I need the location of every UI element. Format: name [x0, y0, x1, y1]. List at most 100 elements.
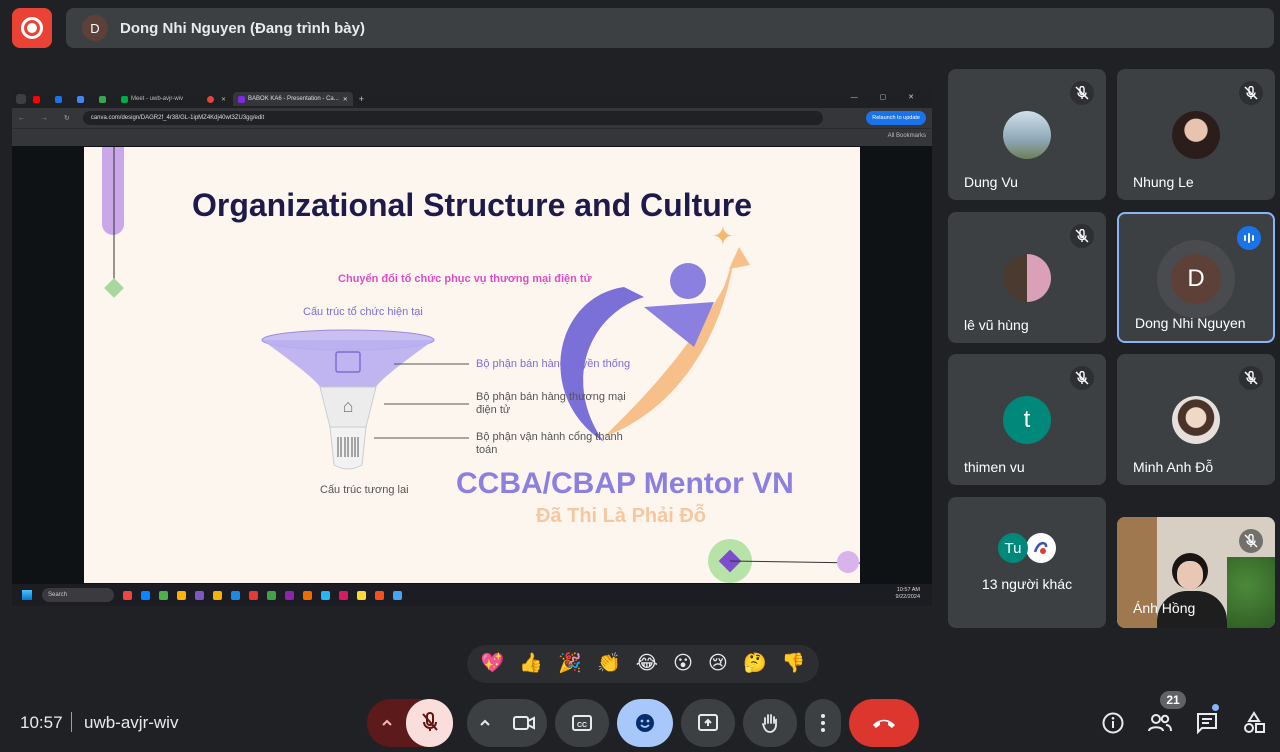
browser-tab: Meet - uwb-avjr-wiv: [116, 92, 188, 106]
others-tile[interactable]: Tu 13 người khác: [948, 497, 1106, 628]
participant-tile[interactable]: Dung Vu: [948, 69, 1106, 200]
windows-start-icon: [22, 590, 32, 600]
recording-indicator-button[interactable]: [12, 8, 52, 48]
app-store-icon: ⌂: [343, 396, 354, 416]
purple-circle-shape: [837, 551, 859, 573]
avatar: [1003, 254, 1051, 302]
meeting-time: 10:57: [20, 713, 63, 732]
participant-tile[interactable]: lê vũ hùng: [948, 212, 1106, 343]
reaction-clap-button[interactable]: 👏: [597, 653, 621, 675]
avatar: [1172, 396, 1220, 444]
presenter-bar: D Dong Nhi Nguyen (Đang trình bày): [66, 8, 1274, 48]
taskbar-app-icon: [159, 590, 168, 600]
browser-url-bar: ← → ↻ canva.com/design/DAGR2f_4r38/GL-1i…: [12, 108, 932, 128]
logo-star-icon: ✦: [712, 221, 734, 251]
raise-hand-button[interactable]: [743, 699, 797, 747]
reaction-laugh-button[interactable]: 😂: [636, 653, 658, 675]
avatar: t: [1003, 396, 1051, 444]
taskbar-app-icon: [249, 590, 258, 600]
captions-icon: CC: [572, 715, 592, 731]
participant-tile[interactable]: Minh Anh Đỗ: [1117, 354, 1275, 485]
present-icon: [698, 714, 718, 731]
emoji-icon: [636, 714, 654, 732]
relaunch-button: Relaunch to update: [866, 111, 926, 125]
shared-screen: Meet - uwb-avjr-wiv ✕ BABOK KA6 - Presen…: [12, 90, 932, 606]
taskbar-app-icon: [393, 590, 402, 600]
more-options-button[interactable]: [805, 699, 841, 747]
reaction-party-button[interactable]: 🎉: [558, 653, 582, 675]
reaction-thumbs-up-button[interactable]: 👍: [519, 653, 543, 675]
slide-subheading: Chuyển đổi tổ chức phục vụ thương mại đi…: [338, 273, 592, 285]
taskbar-app-icon: [195, 590, 204, 600]
leave-call-button[interactable]: [849, 699, 919, 747]
new-tab-icon: +: [358, 94, 365, 104]
reaction-thumbs-down-button[interactable]: 👎: [782, 653, 806, 675]
reaction-surprised-button[interactable]: 😮: [673, 653, 693, 675]
mic-off-icon: [1239, 366, 1263, 390]
reaction-heart-button[interactable]: 💖: [481, 653, 505, 675]
taskbar-search: Search: [42, 588, 114, 602]
url-field: canva.com/design/DAGR2f_4r38/GL-1ipMZ4Kd…: [82, 111, 823, 125]
reactions-button[interactable]: [617, 699, 673, 747]
taskbar-app-icon: [177, 590, 186, 600]
camera-options-button[interactable]: [467, 699, 503, 747]
people-button[interactable]: [1146, 709, 1174, 737]
participant-name: lê vũ hùng: [964, 317, 1029, 333]
participant-name: Ánh Hồng: [1133, 600, 1196, 616]
barcode-icon: [337, 437, 359, 457]
taskbar-app-icon: [231, 590, 240, 600]
brand-slogan: Đã Thi Là Phải Đỗ: [536, 505, 707, 527]
participant-tile-speaking[interactable]: D Dong Nhi Nguyen: [1117, 212, 1275, 343]
bookmarks-label: All Bookmarks: [887, 133, 926, 139]
video-person-face: [1177, 561, 1203, 589]
mic-off-icon: [421, 712, 438, 731]
speaking-indicator-icon: [1237, 226, 1261, 250]
tab-search-icon: [16, 94, 26, 104]
tab-favicon-icon: [99, 95, 106, 103]
mic-options-button[interactable]: [367, 699, 407, 747]
canva-icon: [238, 95, 246, 103]
info-icon: [1102, 712, 1124, 734]
participant-tile[interactable]: Nhung Le: [1117, 69, 1275, 200]
mic-off-icon: [1070, 81, 1094, 105]
mic-off-icon: [1239, 529, 1263, 553]
chevron-up-icon: [480, 719, 490, 726]
recording-tab-icon: [207, 95, 215, 103]
more-icon: [821, 714, 825, 732]
youtube-icon: [33, 95, 40, 103]
tab-favicon-icon: [77, 95, 84, 103]
green-diamond-shape: [104, 278, 124, 298]
logo-avatar-icon: [1026, 533, 1056, 563]
end-call-icon: [873, 719, 895, 728]
browser-nav-icons: ← → ↻: [18, 115, 77, 122]
meeting-details-button[interactable]: [1099, 709, 1127, 737]
browser-tab: ✕: [202, 92, 231, 106]
avatar: D: [1171, 254, 1221, 304]
taskbar-app-icon: [267, 590, 276, 600]
participant-tile[interactable]: t thimen vu: [948, 354, 1106, 485]
windows-taskbar: Search 10:57 AM 9/22/2024: [12, 584, 932, 606]
captions-button[interactable]: CC: [555, 699, 609, 747]
participant-tile-video[interactable]: Ánh Hồng: [1117, 517, 1275, 628]
chevron-up-icon: [382, 719, 392, 726]
mic-off-icon: [1070, 224, 1094, 248]
camera-toggle-button[interactable]: [501, 699, 547, 747]
reaction-sad-button[interactable]: 😢: [708, 653, 728, 675]
participant-name: Minh Anh Đỗ: [1133, 459, 1214, 475]
browser-tab-strip: Meet - uwb-avjr-wiv ✕ BABOK KA6 - Presen…: [12, 90, 932, 108]
mic-toggle-button[interactable]: [406, 699, 453, 747]
avatar: [1172, 111, 1220, 159]
browser-tab: [50, 92, 70, 106]
avatar: Tu: [998, 533, 1028, 563]
participant-name: Dung Vu: [964, 174, 1018, 190]
window-controls: — ▢ ✕: [850, 94, 924, 101]
future-structure-label: Cấu trúc tương lai: [320, 484, 409, 496]
present-button[interactable]: [681, 699, 735, 747]
brand-name: CCBA/CBAP Mentor VN: [456, 467, 794, 500]
presentation-slide: ⌂ ✦ Organizational Structure and Culture…: [84, 147, 860, 583]
taskbar-app-icon: [321, 590, 330, 600]
reaction-thinking-button[interactable]: 🤔: [743, 653, 767, 675]
funnel-item: Bộ phận bán hàng thương mại điện tử: [476, 391, 626, 416]
activities-button[interactable]: [1240, 709, 1268, 737]
chat-button[interactable]: [1193, 709, 1221, 737]
